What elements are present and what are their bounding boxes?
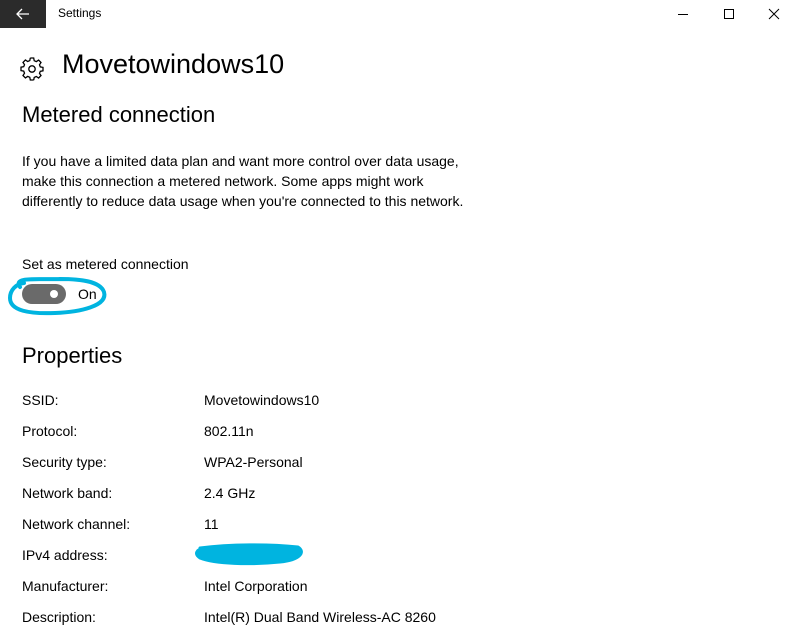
back-button[interactable]	[0, 0, 46, 28]
security-type-value: WPA2-Personal	[204, 454, 303, 470]
security-type-label: Security type:	[22, 454, 107, 470]
ssid-value: Movetowindows10	[204, 392, 320, 408]
properties-heading: Properties	[22, 343, 123, 368]
metered-connection-heading: Metered connection	[22, 102, 216, 127]
minimize-icon	[678, 14, 688, 15]
gear-icon	[20, 57, 44, 81]
minimize-button[interactable]	[660, 0, 706, 28]
title-bar: Settings	[0, 0, 797, 28]
network-band-label: Network band:	[22, 485, 113, 501]
metered-toggle-state: On	[78, 286, 97, 302]
page-title: Movetowindows10	[62, 49, 285, 79]
metered-toggle-switch[interactable]	[22, 284, 66, 304]
network-channel-label: Network channel:	[22, 516, 131, 532]
manufacturer-label: Manufacturer:	[22, 578, 109, 594]
window-title: Settings	[58, 6, 102, 20]
manufacturer-value: Intel Corporation	[204, 578, 308, 594]
network-band-value: 2.4 GHz	[204, 485, 256, 501]
ipv4-address-label: IPv4 address:	[22, 547, 108, 563]
maximize-icon	[724, 9, 734, 19]
description-label: Description:	[22, 609, 96, 625]
redaction-scribble-annotation	[195, 543, 303, 566]
metered-toggle-label: Set as metered connection	[22, 256, 189, 272]
network-channel-value: 11	[204, 516, 219, 532]
settings-window: Settings Movetowindows10 Metered connect…	[0, 0, 797, 629]
annotation-layer	[7, 276, 303, 566]
protocol-value: 802.11n	[204, 423, 254, 439]
description-value: Intel(R) Dual Band Wireless-AC 8260	[204, 609, 436, 625]
close-icon	[768, 8, 780, 20]
back-arrow-icon	[16, 8, 29, 20]
protocol-label: Protocol:	[22, 423, 78, 439]
maximize-button[interactable]	[706, 0, 752, 28]
ssid-label: SSID:	[22, 392, 59, 408]
close-button[interactable]	[751, 0, 797, 28]
toggle-thumb	[50, 290, 58, 298]
metered-description: If you have a limited data plan and want…	[22, 153, 464, 209]
